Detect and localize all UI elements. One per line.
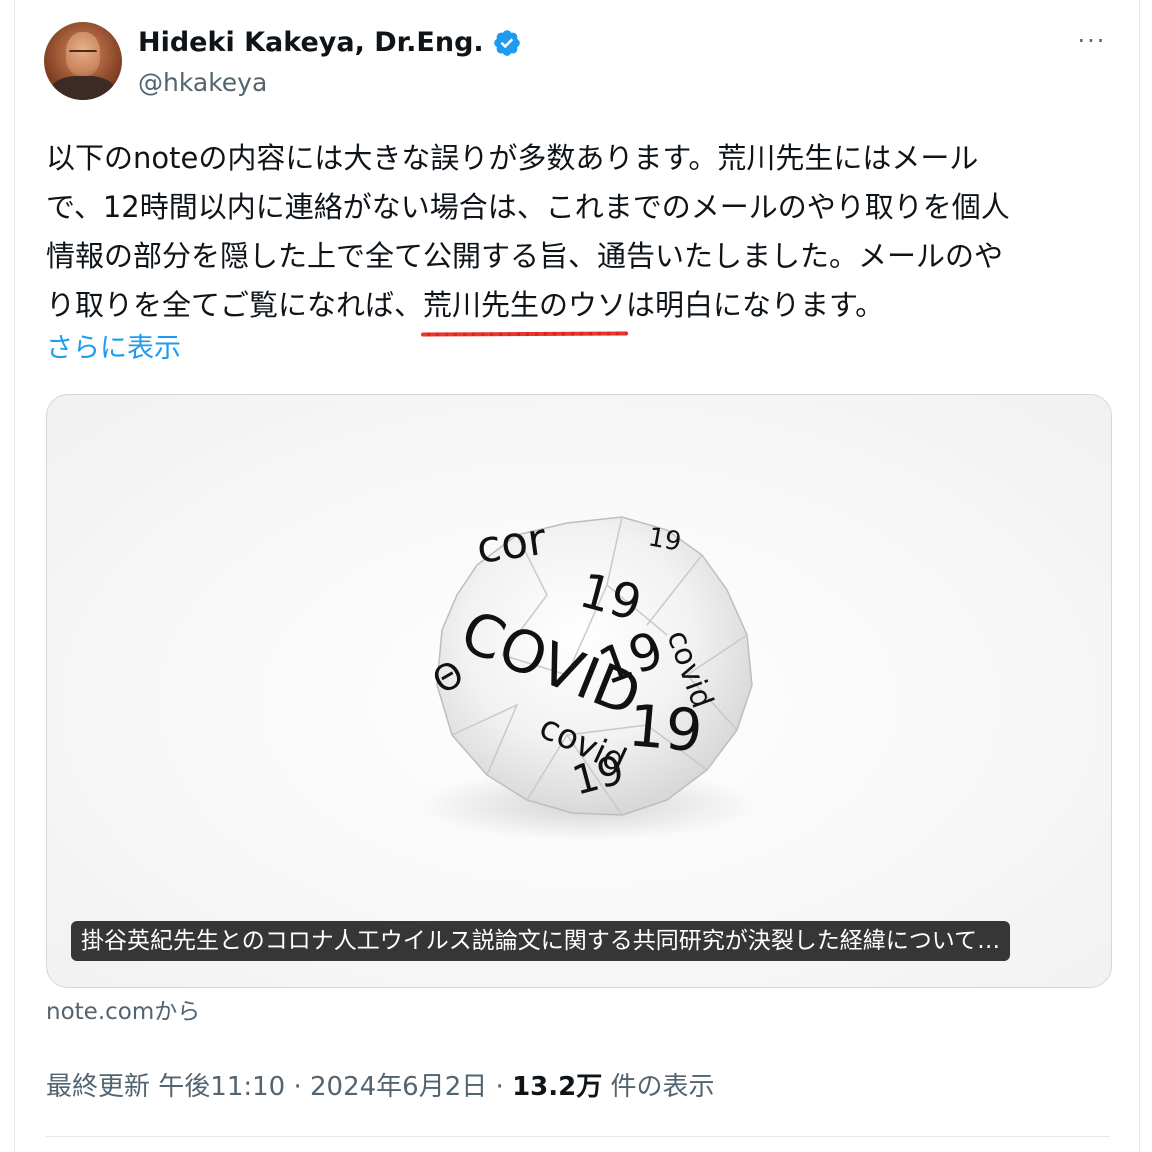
avatar-shirt bbox=[50, 76, 116, 100]
meta-separator: · bbox=[293, 1072, 302, 1102]
card-caption[interactable]: 掛谷英紀先生とのコロナ人工ウイルス説論文に関する共同研究が決裂した経緯について… bbox=[71, 921, 1011, 961]
views-count[interactable]: 13.2万 bbox=[512, 1072, 602, 1102]
tweet-date[interactable]: 2024年6月2日 bbox=[310, 1072, 487, 1102]
show-more-link[interactable]: さらに表示 bbox=[46, 326, 181, 365]
tweet-text-segment: り取りを全てご覧になれば、 bbox=[46, 288, 424, 322]
author-display-name[interactable]: Hideki Kakeya, Dr.Eng. bbox=[138, 27, 484, 58]
more-options-icon[interactable]: ··· bbox=[1072, 26, 1112, 62]
tweet-text-line: で、12時間以内に連絡がない場合は、これまでのメールのやり取りを個人 bbox=[46, 190, 1010, 224]
author-handle[interactable]: @hkakeya bbox=[138, 68, 267, 97]
svg-text:cor: cor bbox=[473, 514, 550, 574]
tweet-text-segment: は明白になります。 bbox=[626, 288, 885, 322]
meta-separator: · bbox=[495, 1072, 504, 1102]
author-name-row: Hideki Kakeya, Dr.Eng. bbox=[138, 27, 522, 58]
svg-text:19: 19 bbox=[646, 522, 684, 557]
tweet-text-line: り取りを全てご覧になれば、荒川先生のウソは明白になります。 bbox=[46, 281, 1116, 330]
verified-badge-icon[interactable] bbox=[492, 28, 522, 58]
tweet-text-line: 情報の部分を隠した上で全て公開する旨、通告いたしました。メールのや bbox=[46, 239, 1004, 273]
avatar[interactable] bbox=[44, 22, 122, 100]
card-image: cor COVID 19 19 19 covid covid 19 Θ 19 bbox=[417, 514, 757, 841]
tweet-time[interactable]: 午後11:10 bbox=[158, 1072, 285, 1102]
tweet-text-line: 以下のnoteの内容には大きな誤りが多数あります。荒川先生にはメール bbox=[46, 141, 979, 175]
divider bbox=[46, 1136, 1110, 1137]
link-card[interactable]: cor COVID 19 19 19 covid covid 19 Θ 19 掛… bbox=[46, 394, 1112, 988]
updated-label: 最終更新 bbox=[46, 1072, 151, 1102]
underlined-phrase: 荒川先生のウソ bbox=[423, 281, 626, 330]
card-source[interactable]: note.comから bbox=[46, 992, 200, 1026]
views-label: 件の表示 bbox=[610, 1072, 715, 1102]
tweet-meta: 最終更新 午後11:10 · 2024年6月2日 · 13.2万 件の表示 bbox=[46, 1066, 715, 1103]
tweet-text: 以下のnoteの内容には大きな誤りが多数あります。荒川先生にはメール で、12時… bbox=[46, 134, 1116, 330]
avatar-glasses bbox=[69, 50, 97, 59]
